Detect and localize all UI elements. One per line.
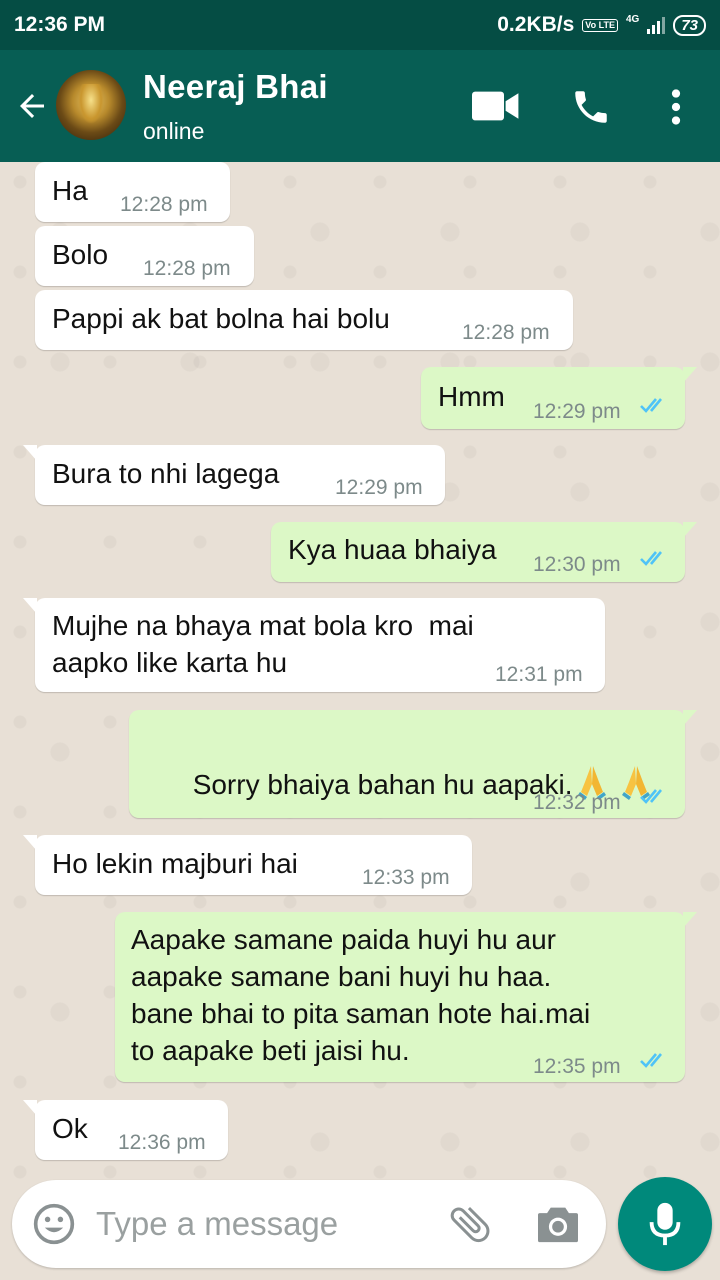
message-text: Ho lekin majburi hai	[52, 848, 298, 879]
read-ticks-icon	[640, 551, 662, 566]
message-text: Ok	[52, 1113, 88, 1144]
message-time: 12:28 pm	[143, 257, 231, 280]
volte-badge: Vo LTE	[582, 18, 618, 32]
message-bubble-incoming[interactable]: Ok 12:36 pm	[23, 1100, 228, 1160]
message-text: Pappi ak bat bolna hai bolu	[52, 303, 390, 334]
signal-icon	[647, 16, 666, 34]
status-time: 12:36 PM	[14, 13, 106, 36]
battery-indicator: 73	[673, 14, 706, 36]
contact-name[interactable]: Neeraj Bhai	[143, 68, 328, 106]
camera-icon[interactable]	[536, 1204, 580, 1244]
message-text: Aapake samane paida huyi hu aur aapake s…	[131, 924, 591, 1066]
message-time: 12:28 pm	[462, 321, 550, 344]
message-bubble-incoming[interactable]: Bolo 12:28 pm	[35, 226, 254, 286]
message-input[interactable]	[96, 1196, 426, 1252]
message-time: 12:28 pm	[120, 193, 208, 216]
read-ticks-icon	[640, 789, 662, 804]
contact-avatar[interactable]	[56, 70, 126, 140]
mic-button[interactable]	[618, 1177, 712, 1271]
message-time: 12:33 pm	[362, 866, 450, 889]
read-ticks-icon	[640, 398, 662, 413]
message-time: 12:36 pm	[118, 1131, 206, 1154]
message-bubble-incoming[interactable]: Mujhe na bhaya mat bola kro mai aapko li…	[23, 598, 605, 692]
message-text: Sorry bhaiya bahan hu aapaki.	[146, 725, 651, 840]
back-arrow-icon[interactable]	[14, 88, 50, 124]
message-composer	[12, 1180, 606, 1268]
message-bubble-incoming[interactable]: Bura to nhi lagega 12:29 pm	[23, 445, 445, 505]
message-bubble-incoming[interactable]: Ho lekin majburi hai 12:33 pm	[23, 835, 472, 895]
message-time: 12:32 pm	[533, 791, 621, 814]
message-time: 12:30 pm	[533, 553, 621, 576]
status-bar: 12:36 PM 0.2KB/s Vo LTE 4G 73	[0, 0, 720, 50]
message-time: 12:29 pm	[533, 400, 621, 423]
more-options-icon[interactable]	[664, 88, 688, 126]
chat-header: Neeraj Bhai online	[0, 50, 720, 162]
contact-status: online	[143, 118, 205, 144]
attach-icon[interactable]	[446, 1200, 494, 1248]
network-speed: 0.2KB/s	[497, 13, 575, 36]
message-time: 12:29 pm	[335, 476, 423, 499]
mic-icon	[649, 1202, 681, 1246]
message-time: 12:35 pm	[533, 1055, 621, 1078]
message-bubble-outgoing[interactable]: Aapake samane paida huyi hu aur aapake s…	[115, 912, 697, 1082]
message-text: Bolo	[52, 239, 109, 270]
message-text: Hmm	[438, 381, 505, 412]
message-text: Kya huaa bhaiya	[288, 534, 497, 565]
message-text: Ha	[52, 175, 88, 206]
message-bubble-outgoing[interactable]: Sorry bhaiya bahan hu aapaki. 12:32 pm	[129, 710, 697, 818]
phone-icon[interactable]	[570, 86, 612, 128]
message-bubble-incoming[interactable]: Pappi ak bat bolna hai bolu 12:28 pm	[35, 290, 573, 350]
read-ticks-icon	[640, 1053, 662, 1068]
chat-area[interactable]: Ha 12:28 pm Bolo 12:28 pm Pappi ak bat b…	[0, 162, 720, 1180]
message-text: Mujhe na bhaya mat bola kro mai aapko li…	[52, 610, 474, 678]
network-type: 4G	[625, 13, 640, 25]
video-call-icon[interactable]	[472, 90, 520, 122]
status-indicators: 0.2KB/s Vo LTE 4G 73	[497, 13, 706, 37]
emoji-icon[interactable]	[32, 1202, 76, 1246]
message-bubble-incoming[interactable]: Ha 12:28 pm	[35, 162, 230, 222]
message-bubble-outgoing[interactable]: Hmm 12:29 pm	[421, 367, 697, 429]
message-text: Bura to nhi lagega	[52, 458, 280, 489]
message-bubble-outgoing[interactable]: Kya huaa bhaiya 12:30 pm	[271, 522, 697, 582]
message-time: 12:31 pm	[495, 663, 583, 686]
